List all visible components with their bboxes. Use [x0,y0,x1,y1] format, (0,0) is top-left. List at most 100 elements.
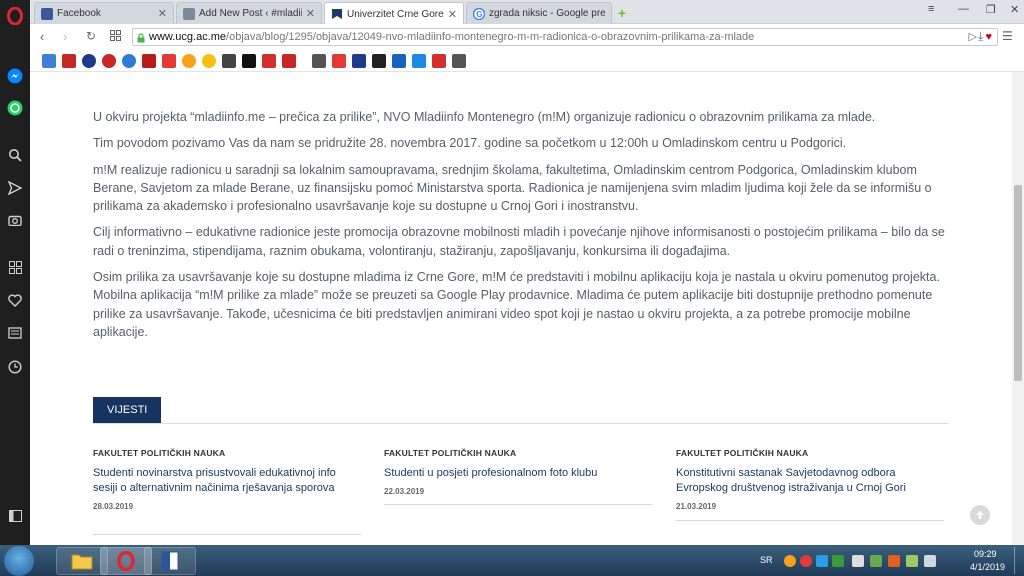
easy-setup-icon[interactable]: ☰ [1002,29,1013,43]
bookmark-icon[interactable] [452,54,466,68]
sidebar-toggle-icon[interactable] [5,506,25,526]
camera-icon[interactable] [5,210,25,230]
reload-icon[interactable]: ↻ [86,29,96,43]
bookmark-icon[interactable] [432,54,446,68]
speed-dial-icon[interactable] [5,257,25,277]
bookmark-icon[interactable] [62,54,76,68]
opera-menu-icon[interactable] [5,6,25,26]
language-indicator[interactable]: SR [760,555,773,565]
volume-icon[interactable] [924,555,936,567]
bookmark-heart-icon[interactable]: ♥ [985,29,992,45]
flag-icon[interactable] [852,555,864,567]
news-category: FAKULTET POLITIČKIH NAUKA [93,448,226,458]
docs-bookmark-icon[interactable] [42,54,56,68]
tray-icon[interactable] [870,555,882,567]
close-icon[interactable]: ✕ [306,7,315,20]
show-desktop-button[interactable] [1014,547,1022,574]
messenger-icon[interactable] [5,66,25,86]
tray-icon[interactable] [816,555,828,567]
tray-icon[interactable] [832,555,844,567]
news-item: FAKULTET POLITIČKIH NAUKA Studenti novin… [93,448,363,535]
news-category: FAKULTET POLITIČKIH NAUKA [384,448,517,458]
close-icon[interactable]: ✕ [448,8,457,21]
bookmark-icon[interactable] [352,54,366,68]
close-icon[interactable]: ✕ [158,7,167,20]
news-title-link[interactable]: Studenti u posjeti profesionalnom foto k… [384,466,654,481]
history-icon[interactable] [5,357,25,377]
svg-text:G: G [476,10,482,19]
tab-label: zgrada niksic - Google pre [489,8,605,19]
opera-icon [117,551,135,571]
page-content: U okviru projekta “mladiinfo.me – prečic… [30,72,1012,545]
tray-icon[interactable] [800,555,812,567]
speed-dial-button[interactable] [110,29,121,44]
address-bar: ‹ › ↻ www.ucg.ac.me/objava/blog/1295/obj… [30,24,1024,50]
close-window-icon[interactable]: ✕ [1010,3,1019,16]
article-body: U okviru projekta “mladiinfo.me – prečic… [93,108,948,349]
minimize-icon[interactable]: — [958,3,969,15]
tab-univerzitet[interactable]: Univerzitet Crne Gore ✕ [324,2,464,25]
url-host: www.ucg.ac.me [149,31,227,43]
maximize-icon[interactable]: ❐ [986,3,996,16]
forward-icon[interactable]: › [63,29,67,44]
bookmark-icon[interactable] [122,54,136,68]
url-field[interactable]: www.ucg.ac.me/objava/blog/1295/objava/12… [132,28,998,46]
bookmark-icon[interactable] [162,54,176,68]
vijesti-section-tab[interactable]: VIJESTI [93,397,162,424]
news-category: FAKULTET POLITIČKIH NAUKA [676,448,809,458]
bookmark-icon[interactable] [412,54,426,68]
news-title-link[interactable]: Konstitutivni sastanak Savjetodavnog odb… [676,466,946,496]
word-taskbar-button[interactable] [144,547,196,575]
bookmark-icon[interactable] [242,54,256,68]
news-item: FAKULTET POLITIČKIH NAUKA Konstitutivni … [676,448,946,521]
tab-google-search[interactable]: G zgrada niksic - Google pre [466,2,612,24]
send-icon[interactable] [5,178,25,198]
bookmark-icon[interactable] [312,54,326,68]
bookmark-icon[interactable] [202,54,216,68]
bookmark-icon[interactable] [262,54,276,68]
whatsapp-icon[interactable] [5,98,25,118]
back-icon[interactable]: ‹ [40,29,44,44]
tab-label: Add New Post ‹ #mladiinfo [199,8,302,19]
news-date: 28.03.2019 [93,501,134,511]
scroll-to-top-button[interactable] [970,505,990,525]
bookmark-icon[interactable] [182,54,196,68]
tab-bar: Facebook ✕ Add New Post ‹ #mladiinfo ✕ U… [30,0,1024,25]
tab-add-new-post[interactable]: Add New Post ‹ #mladiinfo ✕ [176,2,322,24]
page-scrollbar[interactable] [1012,72,1024,545]
news-divider [676,520,944,521]
search-icon[interactable] [5,145,25,165]
tray-icon[interactable] [784,555,796,567]
network-icon[interactable] [906,555,918,567]
article-paragraph: Cilj informativno – edukativne radionice… [93,225,945,258]
bookmark-icon[interactable] [222,54,236,68]
article-paragraph: U okviru projekta “mladiinfo.me – prečic… [93,110,876,124]
send-page-icon[interactable]: ▷ [969,29,977,45]
tab-facebook[interactable]: Facebook ✕ [34,2,174,24]
news-title-link[interactable]: Studenti novinarstva prisustvovali eduka… [93,466,363,496]
clock-date[interactable]: 4/1/2019 [970,562,1005,572]
bookmark-icon[interactable] [392,54,406,68]
ucg-icon [331,8,343,20]
bookmark-icon[interactable] [142,54,156,68]
bookmark-icon[interactable] [82,54,96,68]
clock-time[interactable]: 09:29 [974,549,997,559]
tray-icon[interactable] [888,555,900,567]
bookmark-icon[interactable] [282,54,296,68]
tab-menu-icon[interactable]: ≡ [928,3,934,15]
heart-icon[interactable] [5,290,25,310]
news-icon[interactable] [5,323,25,343]
bookmark-icon[interactable] [102,54,116,68]
new-tab-button[interactable]: + [614,2,630,24]
scrollbar-thumb[interactable] [1014,185,1022,381]
download-icon[interactable]: ⤓ [978,29,983,44]
start-button[interactable] [4,546,34,576]
facebook-icon [41,7,53,20]
screen: Facebook ✕ Add New Post ‹ #mladiinfo ✕ U… [0,0,1024,576]
bookmark-icon[interactable] [372,54,386,68]
bookmark-icon[interactable] [332,54,346,68]
arrow-up-icon [976,511,984,519]
lock-icon [136,32,146,43]
opera-sidebar [0,0,30,545]
news-divider [384,504,652,505]
